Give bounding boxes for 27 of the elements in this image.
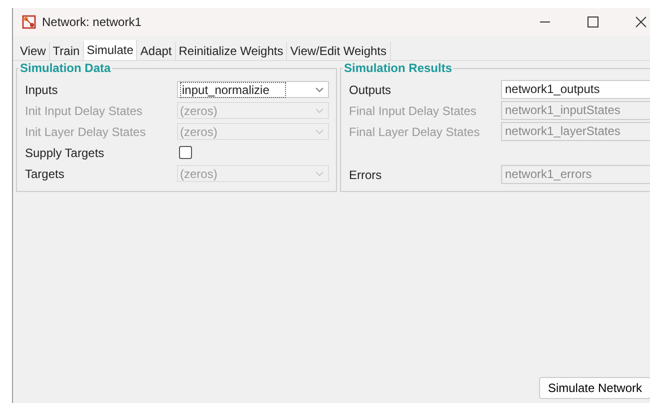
caret-icon [315,108,324,114]
panel-title: Simulation Data [19,61,112,75]
field-label: Targets [25,166,66,180]
field-label: Final Input Delay States [349,104,478,118]
caret-icon [315,128,324,134]
field-label: Outputs [349,82,392,96]
field-label: Final Layer Delay States [349,124,481,138]
network-icon [22,15,36,29]
dropdown[interactable]: input_normalizie [177,81,329,98]
field-label: Supply Targets [25,146,106,160]
window-title: Network: network1 [42,15,142,29]
field-label: Init Input Delay States [25,104,144,118]
field-label: Errors [349,168,383,182]
caret-icon [315,170,324,176]
tab[interactable]: View/Edit Weights [287,42,391,60]
close-icon[interactable] [635,16,647,28]
panel-title: Simulation Results [343,61,454,75]
tab[interactable]: Simulate [84,40,138,60]
caret-icon [315,86,324,92]
simulate-button[interactable]: Simulate Network [538,377,650,399]
tab[interactable]: Adapt [137,42,176,60]
checkbox[interactable] [179,146,192,159]
input-field[interactable]: network1_outputs [501,80,650,99]
tab[interactable]: View [17,42,50,60]
field-label: Init Layer Delay States [25,124,147,138]
field-label: Inputs [25,82,59,96]
maximize-icon[interactable] [587,16,599,28]
